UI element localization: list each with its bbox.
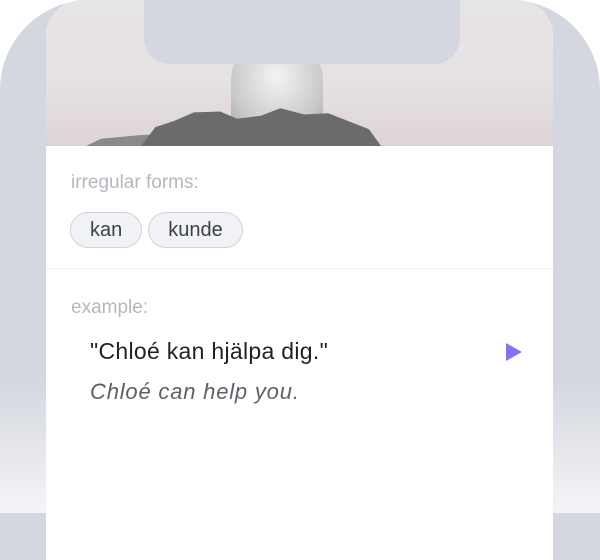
form-chip-kunde[interactable]: kunde [148, 212, 243, 248]
irregular-forms-label: irregular forms: [71, 172, 199, 193]
example-label: example: [71, 297, 149, 318]
example-translation: Chloé can help you. [90, 379, 300, 404]
section-divider [46, 268, 553, 269]
phone-notch [144, 0, 460, 64]
example-sentence: "Chloé kan hjälpa dig." [90, 338, 329, 364]
play-icon [506, 343, 522, 361]
phone-frame: irregular forms: kan kunde example: "Chl… [0, 0, 600, 560]
phone-screen: irregular forms: kan kunde example: "Chl… [46, 0, 553, 560]
play-audio-button[interactable] [501, 339, 527, 365]
form-chip-kan[interactable]: kan [70, 212, 143, 248]
irregular-forms-chips: kan kunde [70, 212, 243, 248]
